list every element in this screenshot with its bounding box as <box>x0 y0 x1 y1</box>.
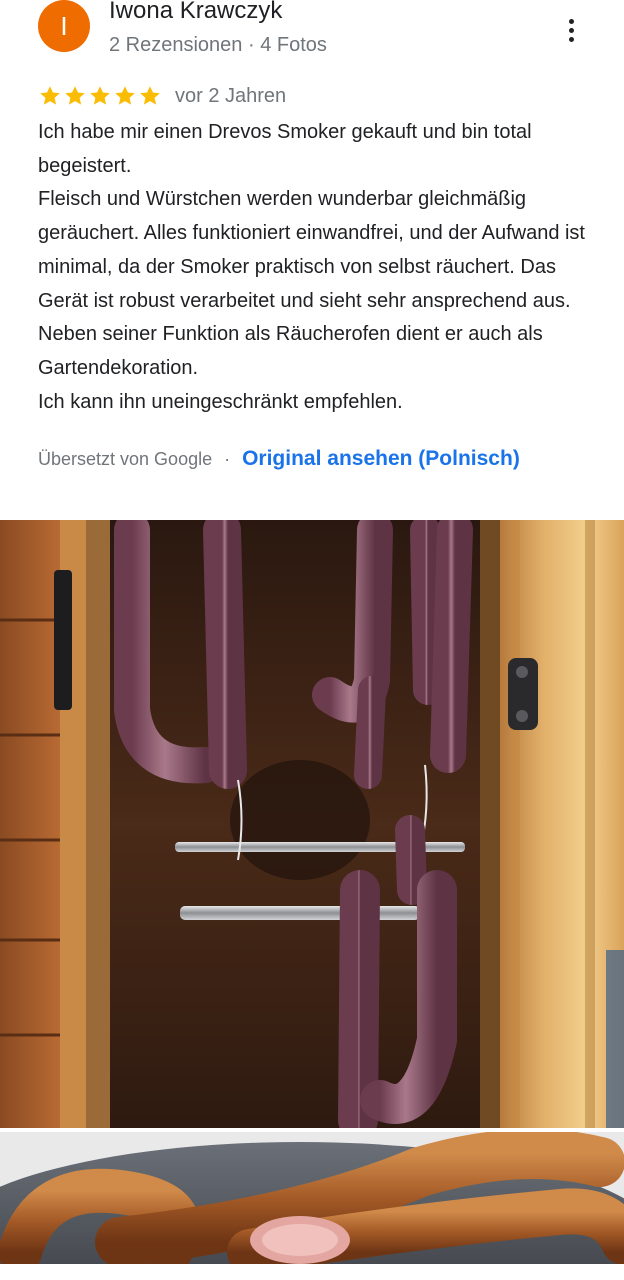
review-paragraph: Fleisch und Würstchen werden wunderbar g… <box>38 188 585 379</box>
bottom-strip <box>0 1264 624 1280</box>
star-icon <box>90 86 110 105</box>
review-header: I Iwona Krawczyk 2 Rezensionen · 4 Fotos <box>0 0 624 70</box>
author-name[interactable]: Iwona Krawczyk <box>109 0 282 25</box>
review-photo-sausages[interactable] <box>0 1132 624 1264</box>
view-original-link[interactable]: Original ansehen (Polnisch) <box>242 447 520 471</box>
author-avatar[interactable]: I <box>38 0 90 52</box>
translation-row: Übersetzt von Google · Original ansehen … <box>38 444 520 474</box>
separator-dot: · <box>224 448 231 469</box>
author-meta: 2 Rezensionen · 4 Fotos <box>109 34 327 56</box>
review-text: Ich habe mir einen Drevos Smoker gekauft… <box>38 116 598 419</box>
review-paragraph: Ich habe mir einen Drevos Smoker gekauft… <box>38 121 532 177</box>
star-icon <box>140 86 160 105</box>
star-icon <box>115 86 135 105</box>
rating-row: vor 2 Jahren <box>38 82 286 110</box>
star-icon <box>40 86 60 105</box>
review-paragraph: Ich kann ihn uneingeschränkt empfehlen. <box>38 390 403 413</box>
translated-by-label: Übersetzt von Google <box>38 448 213 469</box>
star-icon <box>65 86 85 105</box>
review-time: vor 2 Jahren <box>175 84 287 107</box>
more-vert-icon[interactable] <box>556 10 586 50</box>
review-photo-smoker[interactable] <box>0 520 624 1128</box>
star-rating <box>38 84 163 108</box>
avatar-letter: I <box>60 10 68 41</box>
